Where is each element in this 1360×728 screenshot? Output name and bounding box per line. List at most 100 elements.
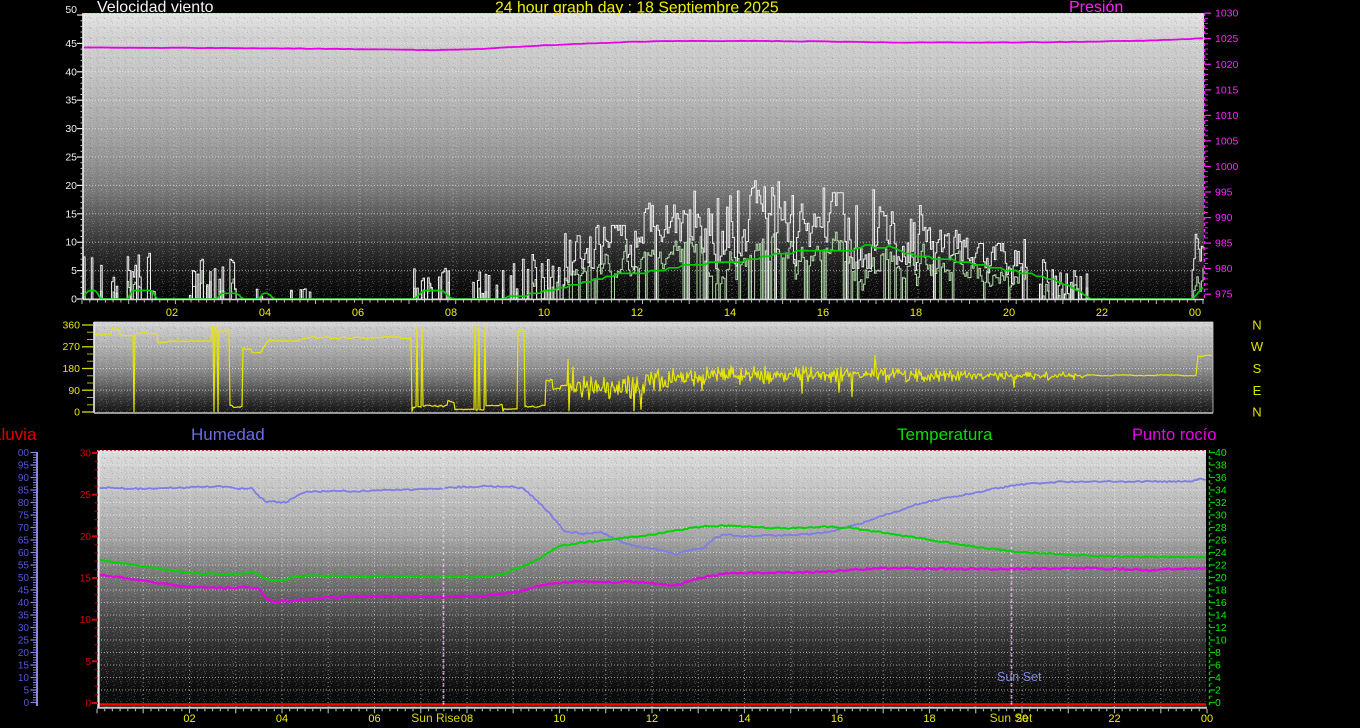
svg-text:E: E — [1253, 383, 1262, 398]
svg-text:16: 16 — [1215, 597, 1227, 609]
svg-text:04: 04 — [276, 713, 288, 725]
svg-text:980: 980 — [1215, 263, 1233, 275]
svg-text:30: 30 — [18, 623, 30, 634]
svg-text:10: 10 — [80, 615, 92, 626]
svg-text:Punto rocío: Punto rocío — [1132, 426, 1216, 444]
svg-text:Humedad: Humedad — [191, 425, 265, 444]
svg-text:5: 5 — [71, 265, 77, 277]
svg-text:8: 8 — [1215, 647, 1221, 659]
svg-text:10: 10 — [65, 237, 77, 249]
svg-text:14: 14 — [738, 713, 750, 725]
svg-text:70: 70 — [18, 523, 30, 534]
svg-text:95: 95 — [18, 461, 30, 472]
svg-text:W: W — [1251, 339, 1264, 354]
svg-text:4: 4 — [1215, 672, 1221, 684]
svg-text:22: 22 — [1108, 713, 1120, 725]
svg-text:75: 75 — [18, 511, 30, 522]
svg-text:N: N — [1252, 405, 1261, 420]
svg-text:90: 90 — [18, 473, 30, 484]
svg-text:32: 32 — [1215, 497, 1227, 509]
svg-text:45: 45 — [65, 38, 77, 50]
svg-text:80: 80 — [18, 498, 30, 509]
svg-text:34: 34 — [1215, 485, 1227, 497]
svg-text:50: 50 — [18, 573, 30, 584]
svg-text:10: 10 — [18, 673, 30, 684]
svg-text:65: 65 — [18, 536, 30, 547]
svg-text:Temperatura: Temperatura — [897, 425, 993, 444]
svg-text:02: 02 — [183, 713, 195, 725]
svg-text:985: 985 — [1215, 238, 1233, 250]
svg-text:10: 10 — [538, 307, 550, 319]
svg-text:08: 08 — [461, 713, 473, 725]
svg-text:1030: 1030 — [1215, 8, 1239, 20]
svg-text:36: 36 — [1215, 472, 1227, 484]
svg-text:S: S — [1253, 361, 1262, 376]
svg-text:16: 16 — [831, 713, 843, 725]
svg-text:1015: 1015 — [1215, 84, 1239, 96]
svg-text:55: 55 — [18, 561, 30, 572]
svg-text:04: 04 — [259, 307, 271, 319]
svg-text:00: 00 — [1189, 307, 1201, 319]
svg-text:6: 6 — [1215, 660, 1221, 672]
svg-text:Sun Set: Sun Set — [990, 711, 1033, 725]
svg-text:0: 0 — [85, 699, 91, 710]
svg-text:0: 0 — [23, 698, 29, 709]
svg-text:20: 20 — [18, 648, 30, 659]
svg-text:22: 22 — [1215, 560, 1227, 572]
svg-text:25: 25 — [18, 636, 30, 647]
svg-text:N: N — [1252, 318, 1261, 333]
svg-text:85: 85 — [18, 486, 30, 497]
svg-text:00: 00 — [1201, 713, 1213, 725]
svg-text:20: 20 — [1215, 572, 1227, 584]
svg-text:50: 50 — [65, 4, 77, 16]
svg-text:10: 10 — [553, 713, 565, 725]
svg-text:15: 15 — [80, 574, 92, 585]
svg-text:0: 0 — [74, 407, 80, 419]
svg-text:38: 38 — [1215, 460, 1227, 472]
svg-text:35: 35 — [18, 611, 30, 622]
svg-text:20: 20 — [1003, 307, 1015, 319]
svg-text:00: 00 — [18, 448, 30, 459]
svg-text:25: 25 — [65, 152, 77, 164]
svg-text:60: 60 — [18, 548, 30, 559]
svg-text:990: 990 — [1215, 212, 1233, 224]
svg-text:Lluvia: Lluvia — [0, 425, 37, 444]
svg-text:12: 12 — [1215, 622, 1227, 634]
svg-text:22: 22 — [1096, 307, 1108, 319]
svg-text:40: 40 — [65, 66, 77, 78]
svg-text:25: 25 — [80, 490, 92, 501]
svg-text:0: 0 — [1215, 697, 1221, 709]
svg-text:26: 26 — [1215, 535, 1227, 547]
svg-text:18: 18 — [910, 307, 922, 319]
svg-text:Sun Rise: Sun Rise — [411, 711, 460, 725]
svg-text:16: 16 — [817, 307, 829, 319]
svg-text:270: 270 — [62, 341, 80, 353]
svg-text:08: 08 — [445, 307, 457, 319]
svg-text:Sun Set: Sun Set — [997, 670, 1042, 684]
svg-text:30: 30 — [1215, 510, 1227, 522]
svg-text:40: 40 — [1215, 447, 1227, 459]
svg-text:40: 40 — [18, 598, 30, 609]
svg-text:360: 360 — [62, 320, 80, 332]
svg-text:12: 12 — [646, 713, 658, 725]
svg-text:12: 12 — [631, 307, 643, 319]
svg-text:10: 10 — [1215, 635, 1227, 647]
svg-text:90: 90 — [68, 385, 80, 397]
svg-text:30: 30 — [80, 449, 92, 460]
svg-text:1000: 1000 — [1215, 161, 1239, 173]
svg-text:1025: 1025 — [1215, 33, 1239, 45]
svg-text:1020: 1020 — [1215, 59, 1239, 71]
svg-text:Velocidad viento: Velocidad viento — [97, 0, 214, 16]
svg-text:45: 45 — [18, 586, 30, 597]
svg-text:1010: 1010 — [1215, 110, 1239, 122]
svg-text:24: 24 — [1215, 547, 1227, 559]
svg-text:180: 180 — [62, 363, 80, 375]
svg-text:0: 0 — [71, 294, 77, 306]
svg-text:30: 30 — [65, 123, 77, 135]
svg-text:Presión: Presión — [1069, 0, 1123, 16]
svg-text:14: 14 — [724, 307, 736, 319]
svg-text:5: 5 — [85, 657, 91, 668]
svg-text:2: 2 — [1215, 685, 1221, 697]
svg-text:15: 15 — [18, 661, 30, 672]
svg-text:5: 5 — [23, 686, 29, 697]
